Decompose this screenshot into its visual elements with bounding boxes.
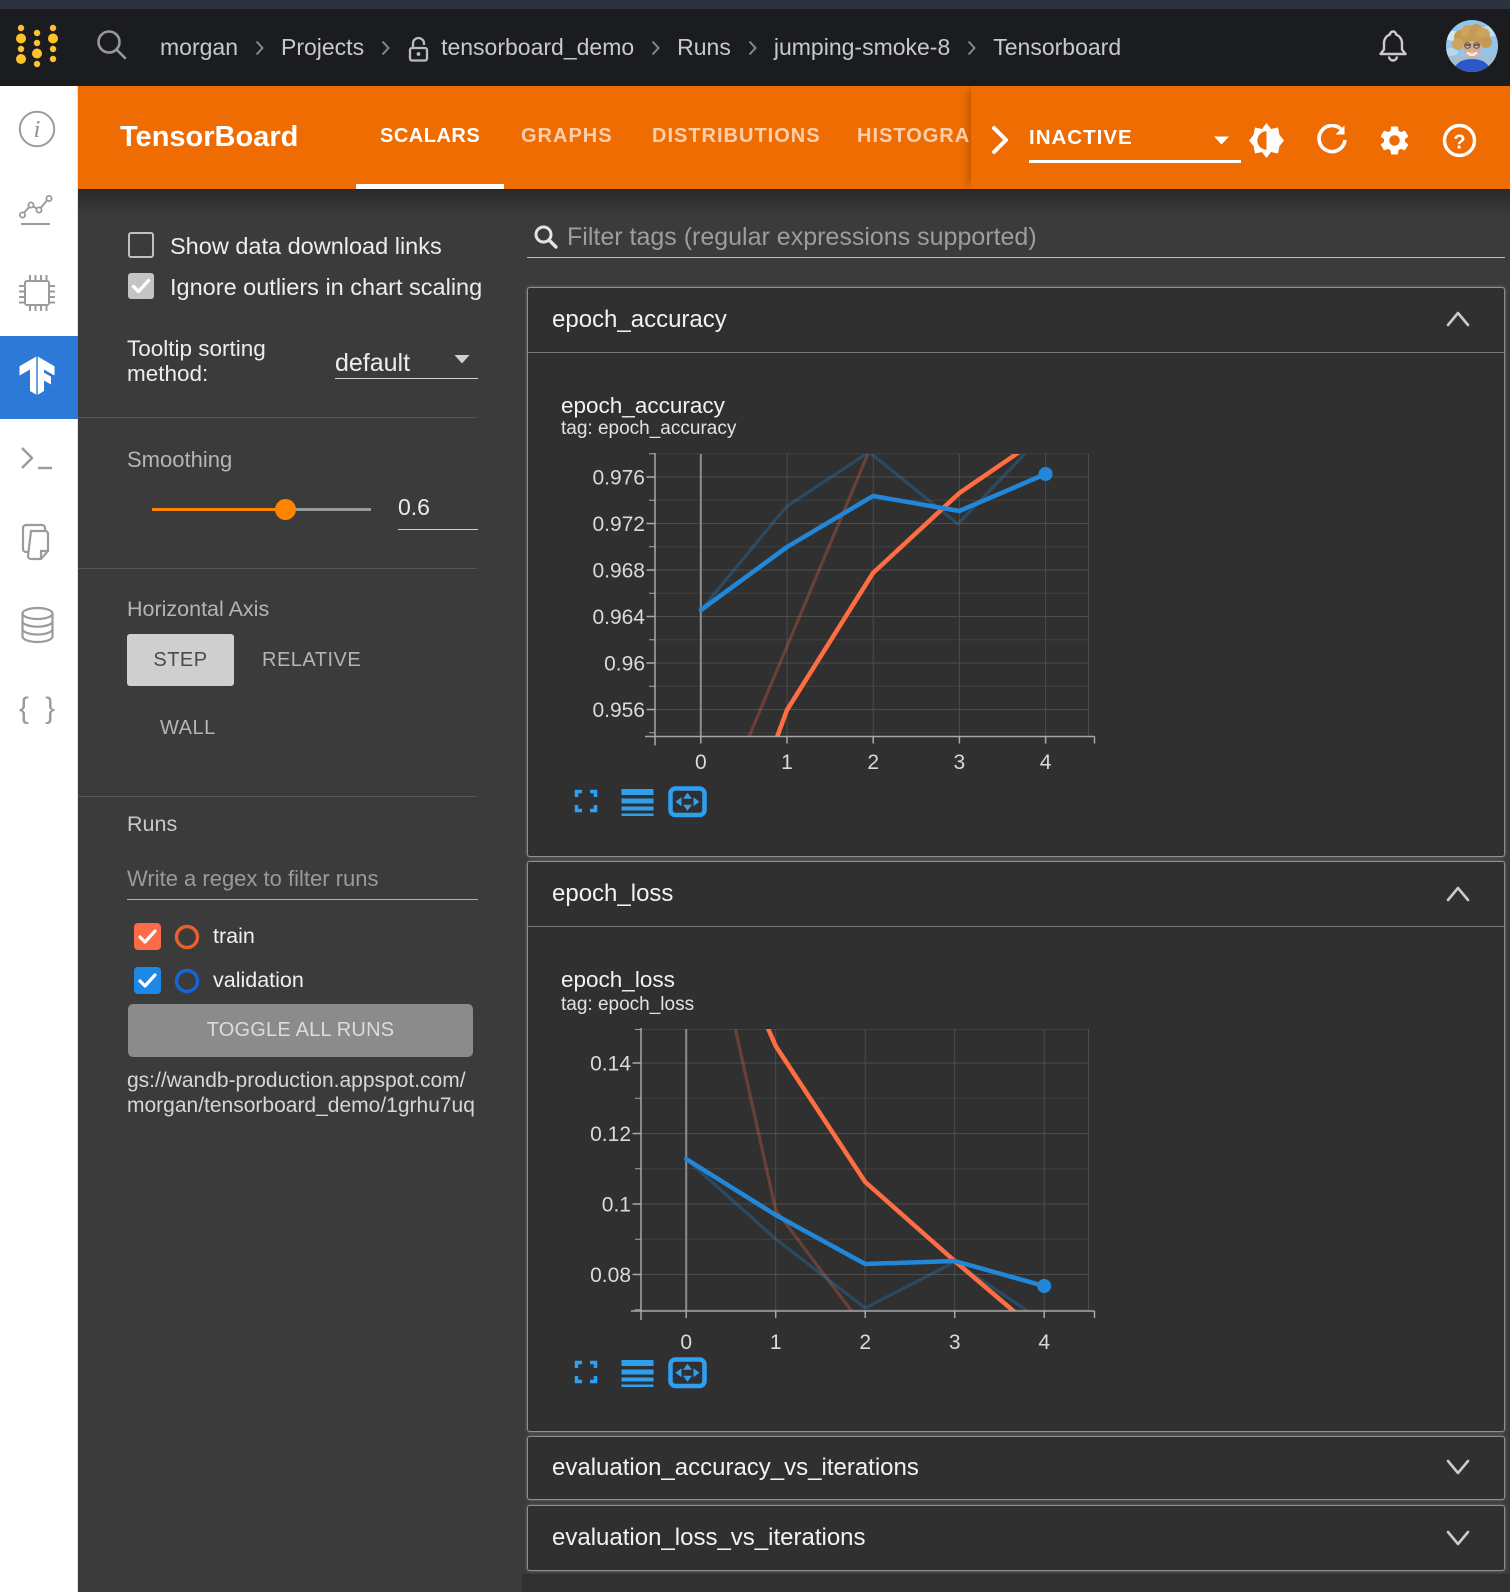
- svg-text:0.12: 0.12: [590, 1123, 631, 1146]
- svg-text:0.1: 0.1: [602, 1194, 631, 1217]
- svg-text:0.968: 0.968: [592, 560, 645, 583]
- svg-text:tag: epoch_loss: tag: epoch_loss: [561, 994, 694, 1015]
- svg-text:4: 4: [1038, 1331, 1050, 1354]
- svg-text:3: 3: [954, 751, 966, 774]
- svg-text:0.956: 0.956: [592, 699, 645, 722]
- svg-text:3: 3: [949, 1331, 961, 1354]
- svg-text:epoch_loss: epoch_loss: [561, 967, 675, 992]
- svg-text:0.972: 0.972: [592, 513, 645, 536]
- svg-text:epoch_accuracy: epoch_accuracy: [561, 393, 726, 418]
- svg-text:tag: epoch_accuracy: tag: epoch_accuracy: [561, 418, 737, 439]
- svg-text:4: 4: [1040, 751, 1052, 774]
- svg-text:2: 2: [859, 1331, 871, 1354]
- svg-text:0.964: 0.964: [592, 606, 645, 629]
- svg-text:0.14: 0.14: [590, 1053, 631, 1076]
- svg-text:0: 0: [695, 751, 707, 774]
- svg-text:0.976: 0.976: [592, 467, 645, 490]
- svg-text:1: 1: [781, 751, 793, 774]
- svg-text:0.08: 0.08: [590, 1264, 631, 1287]
- svg-text:0.96: 0.96: [604, 653, 645, 676]
- svg-text:1: 1: [770, 1331, 782, 1354]
- svg-text:2: 2: [867, 751, 879, 774]
- svg-text:i: i: [34, 117, 41, 143]
- svg-text:0: 0: [680, 1331, 692, 1354]
- svg-text:?: ?: [1453, 132, 1465, 154]
